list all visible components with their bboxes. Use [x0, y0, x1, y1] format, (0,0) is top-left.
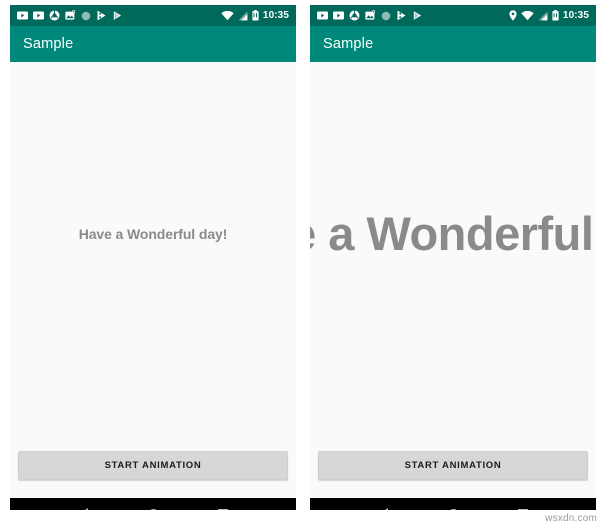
status-bar-notification-icons	[17, 10, 221, 21]
home-circle-icon	[447, 508, 459, 510]
app-content-area: Have a Wonderful day!	[310, 62, 596, 445]
video-notification-icon	[33, 11, 44, 20]
start-animation-button[interactable]: START ANIMATION	[18, 451, 288, 480]
status-bar-system-icons: 10:35	[509, 5, 589, 26]
android-navigation-bar	[310, 498, 596, 510]
status-bar-clock: 10:35	[262, 10, 289, 21]
cellular-signal-icon	[538, 11, 548, 21]
app-bar: Sample	[10, 26, 296, 62]
animated-text-container: Have a Wonderful day!	[310, 62, 596, 445]
start-animation-button[interactable]: START ANIMATION	[318, 451, 588, 480]
app-content-area: Have a Wonderful day!	[10, 62, 296, 445]
recents-nav-button[interactable]	[503, 498, 543, 510]
back-nav-button[interactable]	[63, 498, 103, 510]
video-notification-icon	[333, 11, 344, 20]
app-bar-title: Sample	[23, 36, 74, 52]
wifi-icon	[521, 10, 534, 21]
recents-nav-button[interactable]	[203, 498, 243, 510]
circle-notification-icon	[81, 11, 91, 21]
wifi-icon	[221, 10, 234, 21]
play-games-notification-icon	[396, 10, 407, 21]
animated-text: Have a Wonderful day!	[310, 207, 596, 260]
back-triangle-icon	[78, 508, 88, 510]
back-triangle-icon	[378, 508, 388, 510]
home-nav-button[interactable]	[433, 498, 473, 510]
photos-notification-icon	[365, 10, 376, 21]
chrome-notification-icon	[349, 10, 360, 21]
app-bar-title: Sample	[323, 36, 374, 52]
app-bar: Sample	[310, 26, 596, 62]
status-bar: 10:35	[310, 5, 596, 26]
status-bar-clock: 10:35	[562, 10, 589, 21]
status-bar: 10:35	[10, 5, 296, 26]
status-bar-notification-icons	[317, 10, 509, 21]
button-bar: START ANIMATION	[310, 445, 596, 498]
circle-notification-icon	[381, 11, 391, 21]
phone-screenshot-right: 10:35 Sample Have a Wonderful day! START…	[310, 5, 596, 510]
video-notification-icon	[17, 11, 28, 20]
android-navigation-bar	[10, 498, 296, 510]
status-bar-system-icons: 10:35	[221, 5, 289, 26]
animated-text-container: Have a Wonderful day!	[10, 62, 296, 445]
animated-text: Have a Wonderful day!	[78, 225, 228, 242]
recents-square-icon	[518, 509, 528, 510]
home-circle-icon	[147, 508, 159, 510]
video-notification-icon	[317, 11, 328, 20]
chrome-notification-icon	[49, 10, 60, 21]
battery-icon	[252, 10, 259, 21]
home-nav-button[interactable]	[133, 498, 173, 510]
photos-notification-icon	[65, 10, 76, 21]
play-store-notification-icon	[112, 10, 123, 21]
cellular-signal-icon	[238, 11, 248, 21]
battery-icon	[552, 10, 559, 21]
location-pin-icon	[509, 10, 517, 21]
button-bar: START ANIMATION	[10, 445, 296, 498]
back-nav-button[interactable]	[363, 498, 403, 510]
play-store-notification-icon	[412, 10, 423, 21]
recents-square-icon	[218, 509, 228, 510]
screenshot-canvas: 10:35 Sample Have a Wonderful day! START…	[0, 0, 600, 525]
site-watermark: wsxdn.com	[545, 513, 597, 524]
play-games-notification-icon	[96, 10, 107, 21]
phone-screenshot-left: 10:35 Sample Have a Wonderful day! START…	[10, 5, 296, 510]
